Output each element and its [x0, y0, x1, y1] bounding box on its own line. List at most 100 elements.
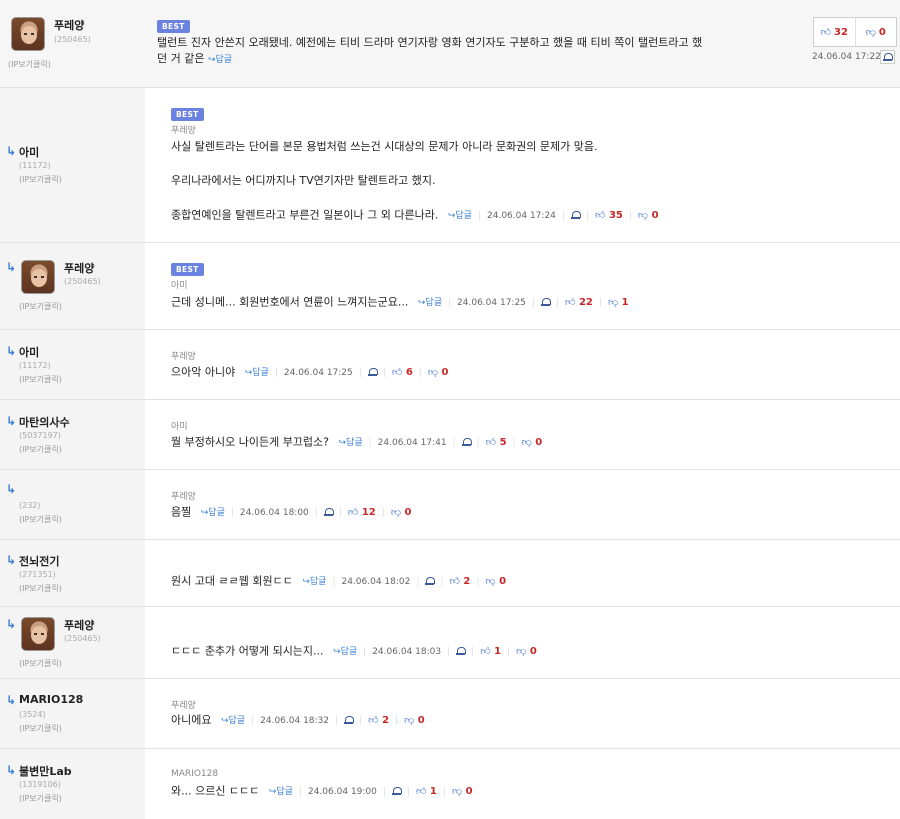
bell-icon[interactable]: [540, 298, 551, 307]
thumb-up-icon: 👍︎: [449, 576, 460, 587]
ip-view-link[interactable]: (IP보기클릭): [19, 174, 62, 185]
thumb-down-icon: 👎︎: [521, 437, 532, 448]
bell-icon[interactable]: [323, 508, 334, 517]
bell-icon[interactable]: [425, 577, 436, 586]
comment-meta: ↪답글 | 24.06.04 18:00 | | 👍︎ 12 | 👎︎ 0: [201, 504, 412, 521]
author-member-number: (271351): [19, 570, 56, 579]
bell-icon[interactable]: [391, 787, 402, 796]
thumb-up-icon: 👍︎: [415, 786, 427, 797]
author-member-number: (5037197): [19, 431, 61, 440]
ip-view-link[interactable]: (IP보기클릭): [8, 59, 51, 70]
upvote-button[interactable]: 👍︎ 1: [480, 643, 501, 660]
reply-link[interactable]: ↪답글: [302, 574, 326, 590]
author-nickname[interactable]: 푸레양: [64, 260, 94, 276]
divider: |: [452, 437, 456, 448]
reply-target-nickname[interactable]: 푸레양: [171, 698, 196, 711]
author-nickname[interactable]: 불변만Lab: [19, 763, 72, 779]
ip-view-link[interactable]: (IP보기클릭): [19, 583, 62, 594]
avatar[interactable]: [11, 17, 45, 51]
divider: |: [628, 210, 632, 221]
divider: |: [598, 297, 602, 308]
upvote-button[interactable]: 👍︎ 32: [814, 18, 855, 46]
divider: |: [338, 507, 342, 518]
upvote-button[interactable]: 👍︎ 2: [368, 712, 389, 729]
reply-link[interactable]: ↪답글: [448, 208, 472, 224]
comment-timestamp: 24.06.04 19:00: [307, 786, 377, 797]
upvote-count: 35: [608, 210, 623, 221]
reply-link[interactable]: ↪답글: [245, 365, 269, 381]
bell-icon[interactable]: [344, 716, 355, 725]
divider: |: [368, 437, 372, 448]
comment-item: 푸레양 (250465) (IP보기클릭) BEST 탤런트 진자 안쓴지 오래…: [0, 0, 900, 88]
author-nickname[interactable]: 푸레양: [64, 617, 94, 633]
thumb-up-icon: 👍︎: [595, 210, 606, 221]
upvote-button[interactable]: 👍︎ 6: [392, 364, 413, 381]
downvote-button[interactable]: 👎︎ 0: [404, 712, 425, 729]
reply-link[interactable]: ↪답글: [221, 713, 245, 729]
author-nickname[interactable]: 전뇌전기: [19, 553, 59, 569]
thumb-down-icon: 👎︎: [485, 576, 496, 587]
thumb-up-icon: 👍︎: [485, 437, 497, 448]
author-nickname[interactable]: 아미: [19, 144, 39, 160]
reply-link[interactable]: ↪답글: [339, 435, 363, 451]
bell-icon[interactable]: [461, 438, 472, 447]
divider: |: [512, 437, 516, 448]
upvote-count: 1: [429, 786, 437, 797]
downvote-button[interactable]: 👎︎ 0: [452, 783, 473, 800]
divider: |: [555, 297, 560, 308]
reply-arrow-icon: ↳: [6, 482, 17, 496]
reply-link[interactable]: ↪답글: [418, 295, 442, 311]
ip-view-link[interactable]: (IP보기클릭): [19, 301, 62, 312]
ip-view-link[interactable]: (IP보기클릭): [19, 514, 62, 525]
author-nickname[interactable]: 푸레양: [54, 17, 84, 33]
upvote-button[interactable]: 👍︎ 2: [449, 573, 470, 590]
upvote-count: 2: [382, 715, 390, 726]
comment-timestamp: 24.06.04 17:24: [487, 210, 556, 221]
upvote-button[interactable]: 👍︎ 5: [486, 434, 507, 451]
avatar[interactable]: [21, 260, 55, 294]
upvote-button[interactable]: 👍︎ 22: [565, 294, 593, 311]
downvote-button[interactable]: 👎︎ 0: [522, 434, 543, 451]
downvote-button[interactable]: 👎︎ 0: [638, 207, 659, 224]
ip-view-link[interactable]: (IP보기클릭): [19, 793, 62, 804]
ip-view-link[interactable]: (IP보기클릭): [19, 723, 62, 734]
downvote-button[interactable]: 👎︎ 0: [854, 18, 897, 46]
reply-target-nickname[interactable]: 푸레양: [171, 489, 196, 502]
reply-link[interactable]: ↪답글: [208, 55, 232, 65]
bell-icon[interactable]: [456, 647, 467, 656]
avatar[interactable]: [21, 617, 55, 651]
bell-icon[interactable]: [367, 368, 378, 377]
comment-text: 와... 으르신 ㄷㄷㄷ ↪답글 | 24.06.04 19:00 | | 👍︎…: [171, 783, 473, 800]
reply-target-nickname[interactable]: 아미: [171, 278, 188, 291]
author-nickname[interactable]: 마탄의사수: [19, 414, 70, 430]
reply-target-nickname[interactable]: 푸레양: [171, 349, 196, 362]
reply-arrow-icon: ↳: [6, 144, 17, 158]
upvote-button[interactable]: 👍︎ 35: [595, 207, 623, 224]
reply-arrow-icon: ↳: [6, 344, 17, 358]
ip-view-link[interactable]: (IP보기클릭): [19, 444, 62, 455]
reply-link[interactable]: ↪답글: [333, 644, 357, 660]
downvote-button[interactable]: 👎︎ 0: [428, 364, 449, 381]
reply-link[interactable]: ↪답글: [201, 505, 225, 521]
reply-target-nickname[interactable]: 푸레양: [171, 123, 196, 136]
divider: |: [507, 646, 511, 657]
downvote-button[interactable]: 👎︎ 0: [391, 504, 412, 521]
comment-text-line: 와... 으르신 ㄷㄷㄷ: [171, 784, 260, 798]
divider: |: [251, 715, 255, 726]
bell-icon[interactable]: [570, 211, 581, 220]
report-button[interactable]: [880, 50, 895, 64]
reply-link[interactable]: ↪답글: [269, 784, 293, 800]
downvote-button[interactable]: 👎︎ 0: [516, 643, 537, 660]
author-nickname[interactable]: MARIO128: [19, 693, 83, 706]
ip-view-link[interactable]: (IP보기클릭): [19, 374, 62, 385]
upvote-button[interactable]: 👍︎ 12: [348, 504, 376, 521]
downvote-button[interactable]: 👎︎ 0: [485, 573, 506, 590]
reply-target-nickname[interactable]: MARIO128: [171, 769, 218, 779]
ip-view-link[interactable]: (IP보기클릭): [19, 658, 62, 669]
author-nickname[interactable]: 아미: [19, 344, 39, 360]
comment-text-line: 원시 고대 ㄹㄹ웹 회원ㄷㄷ: [171, 574, 293, 588]
comment-text-line: 뭘 부정하시오 나이든게 부끄럽소?: [171, 435, 330, 449]
downvote-button[interactable]: 👎︎ 1: [608, 294, 629, 311]
reply-target-nickname[interactable]: 아미: [171, 419, 188, 432]
upvote-button[interactable]: 👍︎ 1: [416, 783, 437, 800]
